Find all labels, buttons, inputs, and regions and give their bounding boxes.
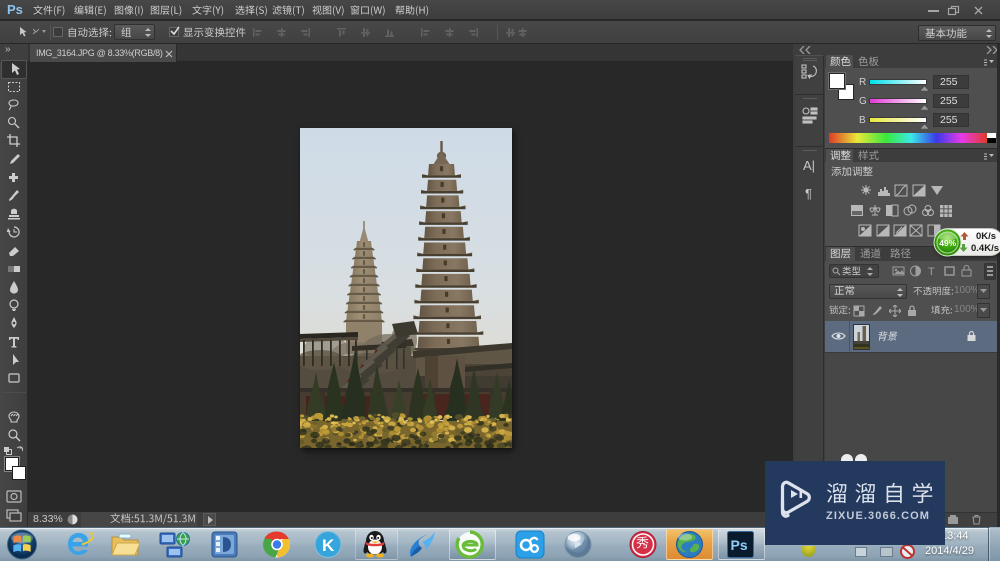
svg-text:49%: 49% (939, 238, 956, 248)
svg-text:K: K (322, 536, 335, 555)
svg-text:Ps: Ps (731, 537, 748, 553)
svg-text:T: T (928, 266, 935, 277)
